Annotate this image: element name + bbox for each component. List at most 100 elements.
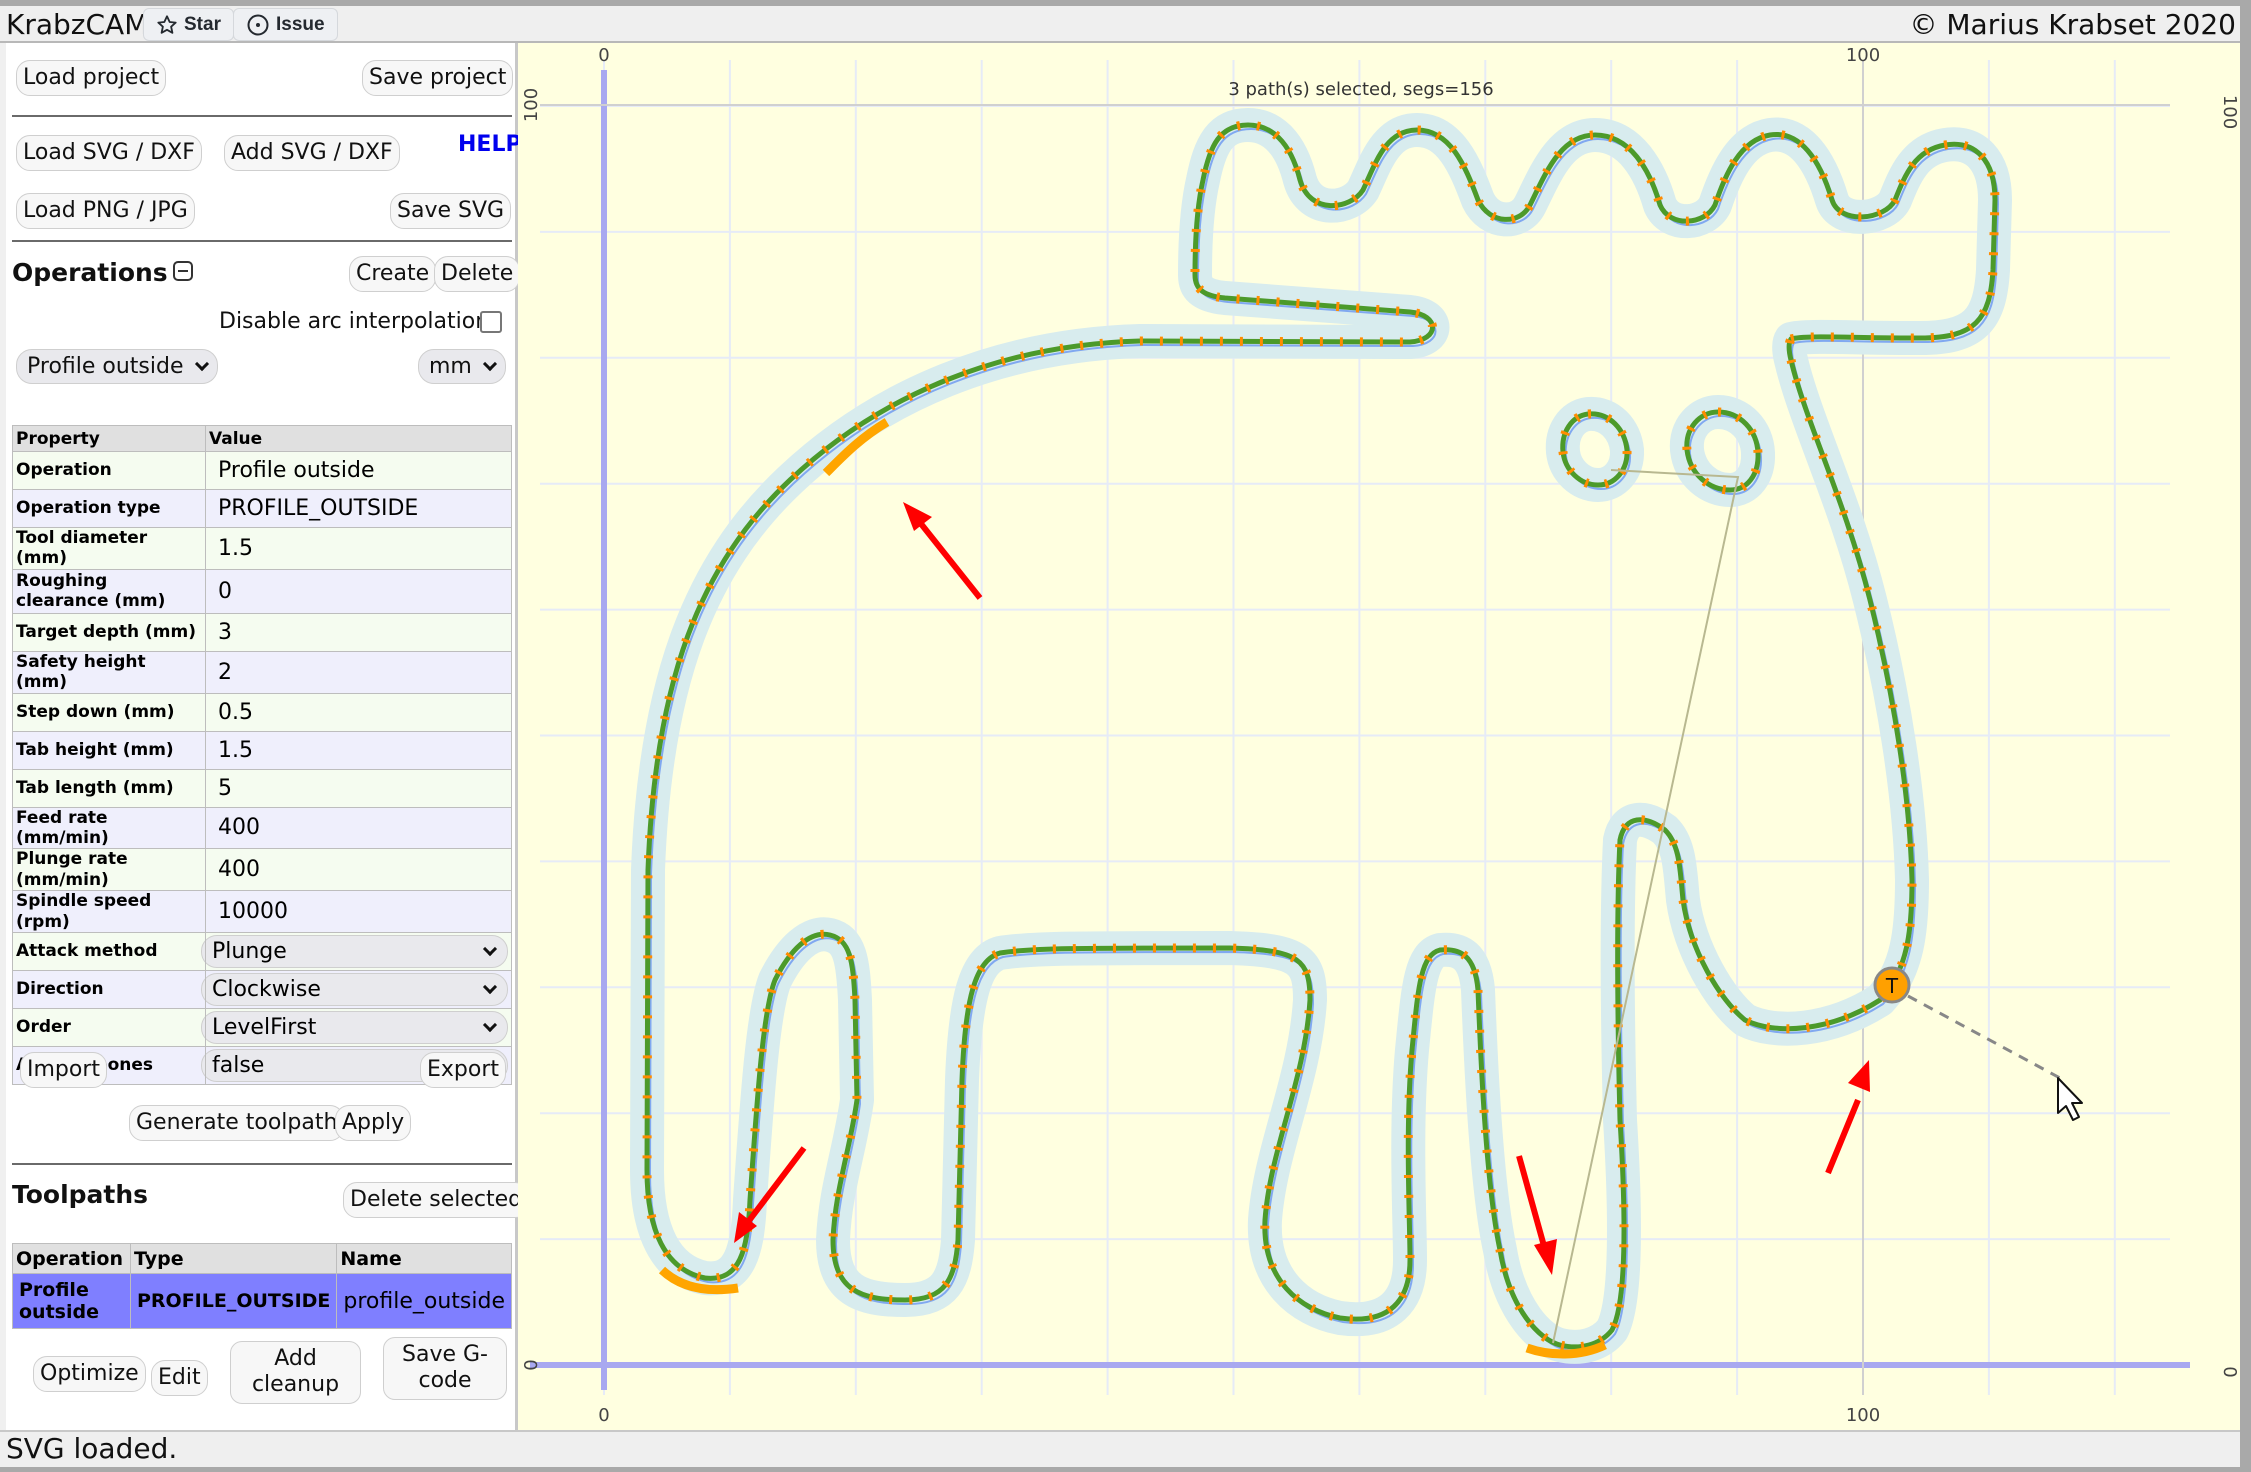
property-row: Direction Clockwise: [12, 969, 512, 1009]
chevron-down-icon: [482, 1017, 498, 1032]
operation-type-select[interactable]: Profile outside: [16, 349, 218, 384]
operations-title-text: Operations: [12, 258, 168, 287]
property-value[interactable]: Profile outside: [205, 451, 512, 490]
y-axis-label-left-100: 100: [521, 88, 542, 122]
property-value[interactable]: 400: [205, 806, 512, 850]
github-issue-button[interactable]: Issue: [233, 8, 338, 41]
help-link[interactable]: HELP: [458, 132, 522, 157]
property-value[interactable]: 400: [205, 848, 512, 892]
divider: [12, 115, 512, 117]
operations-title: Operations: [12, 258, 193, 287]
status-bar: SVG loaded.: [0, 1430, 2240, 1467]
property-key: Spindle speed (rpm): [12, 890, 206, 933]
load-project-button[interactable]: Load project: [16, 60, 167, 97]
app-title: KrabzCAM: [6, 8, 149, 41]
chevron-down-icon: [482, 356, 498, 372]
property-row: Tab length (mm) 5: [12, 768, 512, 808]
column-header-name: Name: [336, 1243, 512, 1274]
toolpath-row-selected[interactable]: Profile outside PROFILE_OUTSIDE profile_…: [12, 1273, 512, 1329]
attack-method-select[interactable]: Plunge: [201, 934, 508, 968]
property-value[interactable]: 1.5: [205, 730, 512, 770]
arrow-icon: [1516, 1155, 1557, 1275]
github-star-button[interactable]: Star: [143, 8, 234, 41]
attack-method-value: Plunge: [212, 938, 287, 964]
property-key: Order: [12, 1007, 206, 1047]
tab-placement[interactable]: T: [1873, 966, 2083, 1121]
edit-button[interactable]: Edit: [151, 1360, 208, 1397]
optimize-button[interactable]: Optimize: [33, 1356, 146, 1393]
selection-status: 3 path(s) selected, segs=156: [1228, 79, 1493, 100]
toolpath-name[interactable]: profile_outside: [336, 1273, 512, 1329]
property-key: Roughing clearance (mm): [12, 568, 206, 614]
property-key: Operation: [12, 451, 206, 490]
disable-arc-interpolation-checkbox[interactable]: [480, 311, 502, 333]
import-button[interactable]: Import: [20, 1052, 108, 1089]
unit-value: mm: [429, 354, 472, 379]
y-axis-label-right-100: 100: [2219, 95, 2240, 129]
order-select[interactable]: LevelFirst: [201, 1010, 508, 1044]
property-value[interactable]: 10000: [205, 890, 512, 933]
property-row: Spindle speed (rpm) 10000: [12, 890, 512, 933]
delete-selected-toolpaths-button[interactable]: Delete selected: [343, 1182, 530, 1219]
chevron-down-icon: [482, 941, 498, 956]
tab-marker-label: T: [1885, 974, 1899, 998]
operation-properties-table: Property Value Operation Profile outside …: [12, 425, 512, 1085]
chevron-down-icon: [194, 356, 210, 372]
issue-label: Issue: [276, 13, 325, 35]
create-operation-button[interactable]: Create: [349, 256, 437, 293]
x-axis-label-top-100: 100: [1846, 45, 1880, 66]
add-svg-dxf-button[interactable]: Add SVG / DXF: [224, 135, 400, 172]
property-key: Operation type: [12, 489, 206, 528]
property-key: Tab length (mm): [12, 768, 206, 808]
generate-toolpath-button[interactable]: Generate toolpath: [129, 1105, 345, 1142]
property-key: Direction: [12, 969, 206, 1009]
travel-line: [1552, 469, 1740, 1344]
export-button[interactable]: Export: [420, 1052, 507, 1089]
y-axis-label-left-0: 0: [521, 1359, 542, 1370]
property-key: Attack method: [12, 931, 206, 971]
add-cleanup-button[interactable]: Add cleanup: [230, 1341, 361, 1404]
property-row: Operation type PROFILE_OUTSIDE: [12, 489, 512, 528]
toolpath-operation[interactable]: Profile outside: [12, 1273, 131, 1329]
property-value[interactable]: PROFILE_OUTSIDE: [205, 489, 512, 528]
column-header-value: Value: [205, 425, 512, 452]
property-value[interactable]: 2: [205, 650, 512, 694]
status-text: SVG loaded.: [6, 1432, 178, 1465]
column-header-property: Property: [12, 425, 206, 452]
load-svg-dxf-button[interactable]: Load SVG / DXF: [16, 135, 202, 172]
save-svg-button[interactable]: Save SVG: [390, 193, 512, 230]
property-value[interactable]: 5: [205, 768, 512, 808]
property-row: Attack method Plunge: [12, 931, 512, 971]
toolpaths-table: Operation Type Name Profile outside PROF…: [12, 1243, 512, 1329]
travel-moves: [1552, 469, 1740, 1344]
toolpath-type[interactable]: PROFILE_OUTSIDE: [129, 1273, 338, 1329]
cam-drawing[interactable]: 0 100 0 100 100 0 100 0 3 path(s) select…: [518, 43, 2240, 1430]
star-icon: [157, 14, 177, 34]
cam-canvas[interactable]: 0 100 0 100 100 0 100 0 3 path(s) select…: [518, 43, 2240, 1430]
arrow-icon: [903, 502, 983, 600]
unit-select[interactable]: mm: [418, 349, 506, 384]
x-axis-label-bottom-0: 0: [598, 1405, 609, 1426]
direction-select[interactable]: Clockwise: [201, 972, 508, 1006]
property-value[interactable]: 1.5: [205, 527, 512, 570]
divider: [12, 1163, 512, 1165]
annotation-arrows: [734, 502, 1870, 1275]
grid: [540, 60, 2170, 1395]
moose-paths[interactable]: [630, 108, 2012, 1364]
save-project-button[interactable]: Save project: [362, 60, 514, 97]
load-png-jpg-button[interactable]: Load PNG / JPG: [16, 193, 195, 230]
delete-operation-button[interactable]: Delete: [434, 256, 521, 293]
save-gcode-button[interactable]: Save G-code: [383, 1337, 507, 1400]
property-value[interactable]: 0: [205, 568, 512, 614]
property-row: Roughing clearance (mm) 0: [12, 568, 512, 614]
property-row: Step down (mm) 0.5: [12, 692, 512, 732]
divider: [12, 240, 512, 242]
property-value[interactable]: 0.5: [205, 692, 512, 732]
operation-type-value: Profile outside: [27, 354, 184, 379]
column-header-type: Type: [129, 1243, 338, 1274]
apply-button[interactable]: Apply: [335, 1105, 412, 1142]
property-row: Order LevelFirst: [12, 1007, 512, 1047]
collapse-icon[interactable]: [172, 261, 193, 281]
issue-icon: [247, 14, 269, 35]
property-value[interactable]: 3: [205, 612, 512, 652]
